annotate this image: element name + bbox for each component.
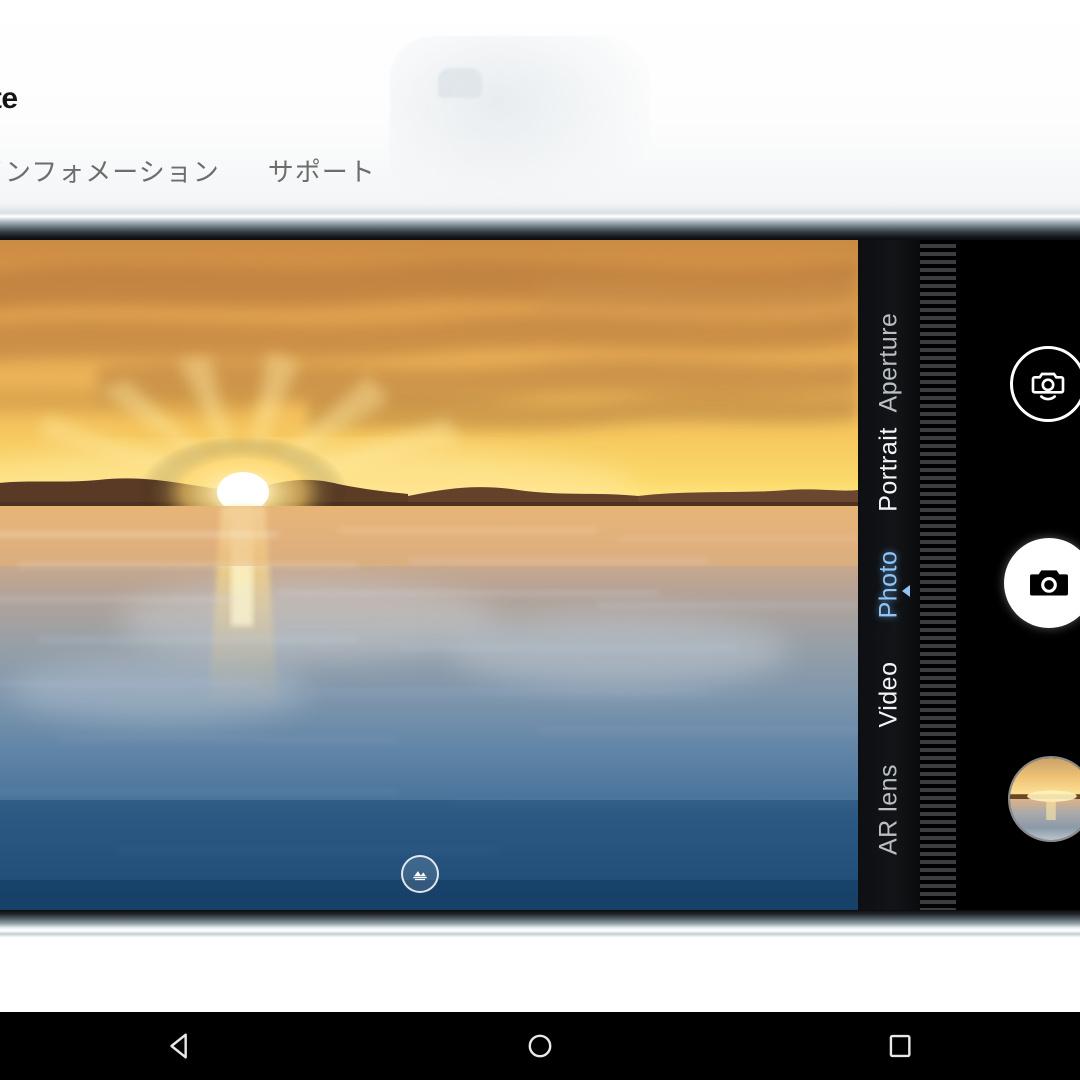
- active-mode-caret-icon: [902, 585, 910, 597]
- circle-home-icon: [528, 1034, 552, 1058]
- phone-screen: Aperture Portrait Photo Video AR lens: [0, 240, 1080, 910]
- zoom-exposure-ruler[interactable]: [920, 240, 956, 910]
- screen-bottom-gap: [0, 938, 1080, 1012]
- camera-controls-panel: Aperture Portrait Photo Video AR lens: [858, 240, 1080, 910]
- triangle-back-icon: [170, 1033, 187, 1059]
- website-header: ite インフォメーション サポート: [0, 0, 1080, 218]
- site-nav: インフォメーション サポート: [0, 152, 376, 189]
- switch-camera-button[interactable]: [1010, 346, 1080, 422]
- ai-scene-detect-badge[interactable]: [401, 855, 439, 893]
- camera-mode-video[interactable]: Video: [875, 662, 904, 728]
- site-title: ite: [0, 82, 18, 115]
- camera-mode-strip[interactable]: Aperture Portrait Photo Video AR lens: [858, 240, 920, 910]
- watermark-logo: [390, 36, 650, 204]
- android-navigation-bar: [0, 1012, 1080, 1080]
- phone-top-bezel: [0, 214, 1080, 240]
- camera-mode-aperture[interactable]: Aperture: [875, 313, 904, 413]
- camera-viewfinder[interactable]: [0, 240, 858, 910]
- nav-item-information[interactable]: インフォメーション: [0, 152, 220, 189]
- ai-scene-detect-icon: [413, 871, 427, 881]
- home-button[interactable]: [485, 1012, 595, 1080]
- sunset-over-water-image: [0, 240, 858, 910]
- screenshot-root: ite インフォメーション サポート: [0, 0, 1080, 1080]
- square-recents-icon: [889, 1034, 911, 1058]
- camera-switch-icon: [1031, 372, 1065, 401]
- camera-icon: [1030, 570, 1068, 596]
- phone-device: Aperture Portrait Photo Video AR lens: [0, 214, 1080, 938]
- camera-mode-ar-lens[interactable]: AR lens: [875, 764, 904, 855]
- photo-thumbnail: [1010, 758, 1080, 840]
- gallery-thumbnail-button[interactable]: [1008, 756, 1080, 842]
- nav-item-support[interactable]: サポート: [268, 152, 376, 189]
- shutter-button[interactable]: [1004, 538, 1080, 628]
- recents-button[interactable]: [845, 1012, 955, 1080]
- camera-mode-photo[interactable]: Photo: [875, 551, 904, 619]
- phone-bottom-bezel: [0, 910, 1080, 938]
- back-button[interactable]: [125, 1012, 235, 1080]
- camera-mode-portrait[interactable]: Portrait: [875, 427, 904, 512]
